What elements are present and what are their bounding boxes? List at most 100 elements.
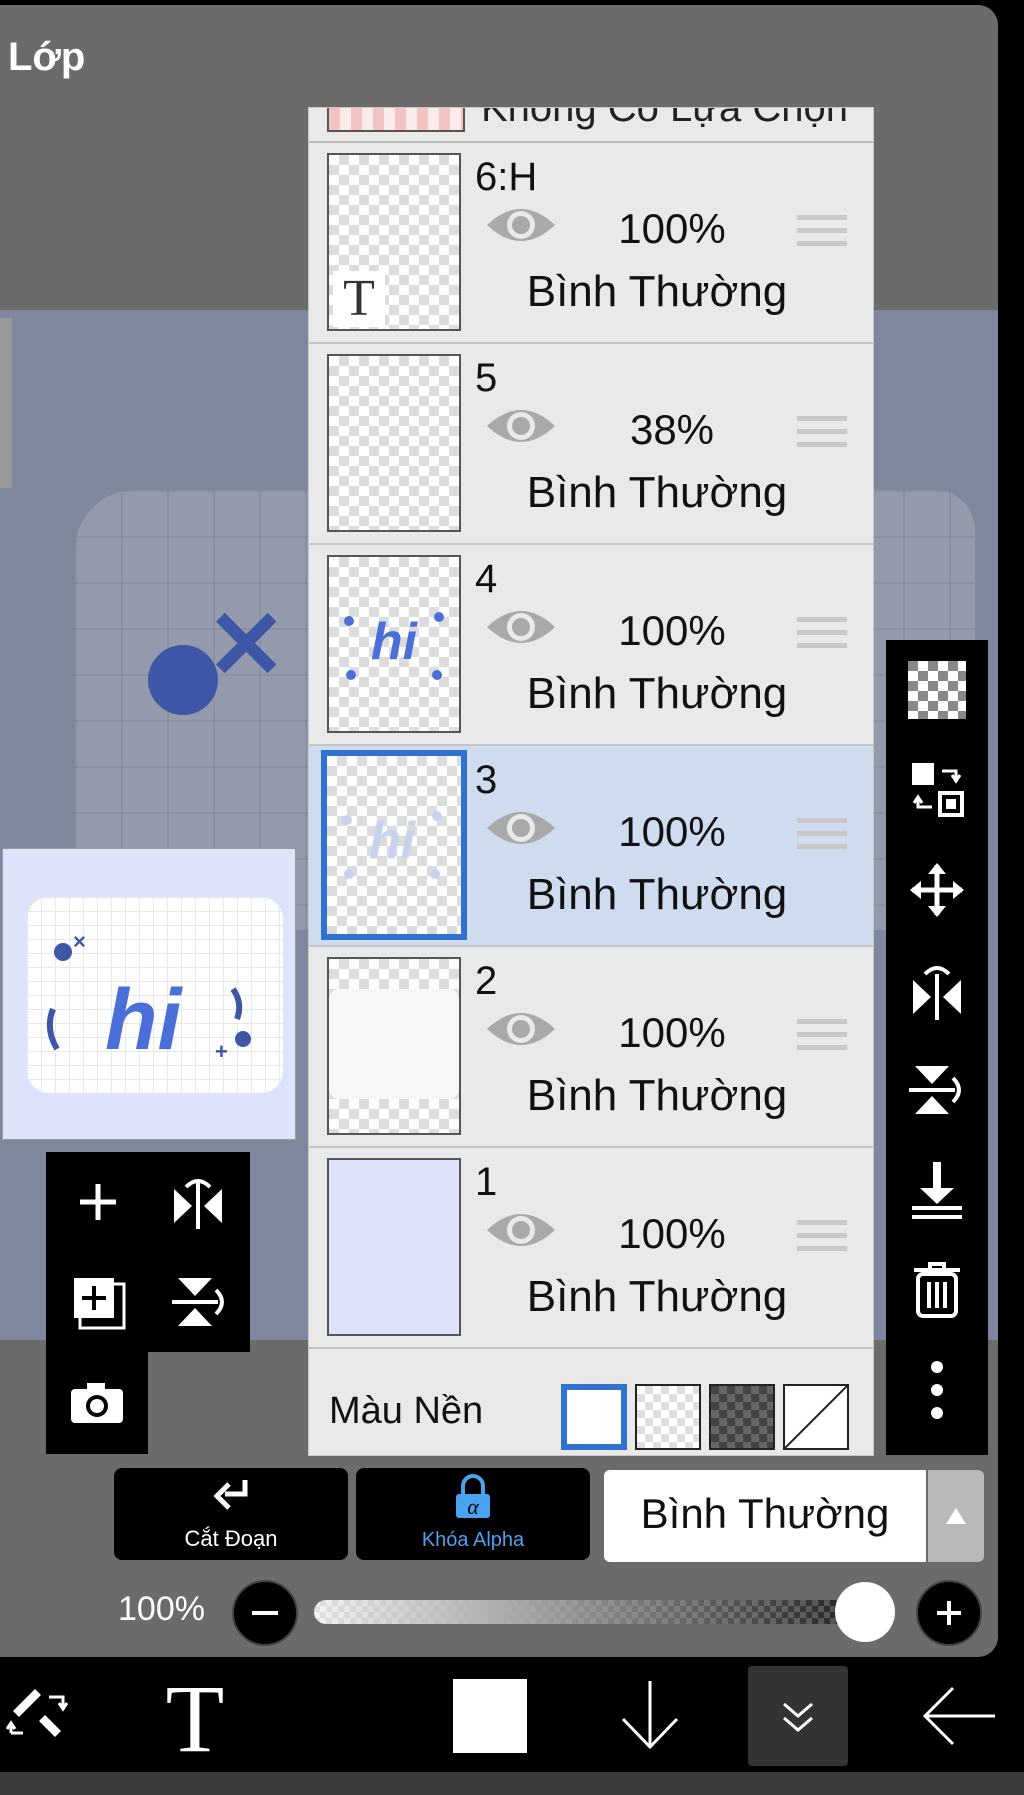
drag-handle-bar [797,1045,847,1050]
layer-thumbnail[interactable]: hi [327,555,461,733]
layer-row[interactable]: 5 38% Bình Thường [309,344,873,545]
drag-handle[interactable] [797,215,847,259]
layer-thumbnail[interactable]: hi [321,750,467,940]
svg-text:T: T [166,1673,225,1759]
opacity-slider-track[interactable] [314,1600,880,1624]
clipping-button[interactable]: Cắt Đoạn [114,1468,348,1560]
flip-vertical-button[interactable] [152,1256,244,1348]
layer-art-dot [346,670,356,680]
svg-text:+: + [215,1039,228,1064]
eye-icon [487,209,555,241]
layer-row[interactable]: 2 100% Bình Thường [309,947,873,1148]
layer-art-dot [430,869,440,879]
selection-thumbnail [327,108,465,132]
flip-vertical-layer-button[interactable] [886,1040,988,1140]
eye-icon [487,1214,555,1246]
layer-art-dot [344,869,354,879]
blend-mode-dropdown-button[interactable] [928,1470,984,1562]
delete-layer-button[interactable] [886,1240,988,1340]
visibility-toggle[interactable] [485,201,557,249]
visibility-toggle[interactable] [485,603,557,651]
tools-button[interactable] [0,1660,80,1772]
left-toolbar [46,1152,250,1352]
move-icon [910,863,964,917]
flip-horizontal-button[interactable] [152,1156,244,1248]
opacity-decrease-button[interactable] [232,1580,298,1646]
bottom-toolbar: T [0,1660,1024,1772]
swap-layer-button[interactable] [886,740,988,840]
move-button[interactable] [886,840,988,940]
drag-handle-bar [797,429,847,434]
drag-handle-bar [797,844,847,849]
camera-tool-area [46,1352,148,1454]
layer-row[interactable]: hi 3 100% Bình Thường [309,746,873,947]
visibility-toggle[interactable] [485,402,557,450]
arrow-down-icon [621,1681,679,1750]
duplicate-layer-button[interactable] [52,1256,144,1348]
drag-handle[interactable] [797,1220,847,1264]
more-options-button[interactable] [886,1340,988,1440]
background-color-row: Màu Nền [309,1364,873,1455]
drag-handle[interactable] [797,818,847,862]
layer-blend-mode: Bình Thường [526,870,788,919]
drag-handle-bar [797,1019,847,1024]
collapse-icon [783,1702,813,1732]
layer-row[interactable]: hi 4 100% Bình Thường [309,545,873,746]
opacity-slider-thumb[interactable] [835,1582,895,1642]
drag-handle[interactable] [797,416,847,460]
background-light-checker-swatch[interactable] [635,1384,701,1450]
merge-down-button[interactable] [886,1140,988,1240]
ruler [0,318,12,488]
bottom-edge [0,1772,1024,1795]
eye-icon [487,611,555,643]
drag-handle-bar [797,416,847,421]
drag-handle[interactable] [797,617,847,661]
layer-thumbnail[interactable]: T [327,153,461,331]
opacity-increase-button[interactable] [916,1580,982,1646]
layer-row[interactable]: 1 100% Bình Thường [309,1148,873,1349]
layer-blend-mode: Bình Thường [526,669,788,718]
blend-mode-select[interactable]: Bình Thường [604,1470,926,1562]
layer-thumbnail[interactable] [327,957,461,1135]
canvas-preview[interactable]: × hi + [2,848,296,1140]
layer-blend-mode: Bình Thường [526,468,788,517]
visibility-toggle[interactable] [485,804,557,852]
layer-name: 2 [475,959,498,1003]
background-dark-checker-swatch[interactable] [709,1384,775,1450]
drag-handle[interactable] [797,1019,847,1063]
layer-opacity: 38% [629,406,715,453]
layer-row[interactable]: T 6:H 100% Bình Thường [309,143,873,344]
color-swatch-icon [453,1679,527,1753]
add-layer-button[interactable] [52,1156,144,1248]
camera-button[interactable] [51,1357,143,1449]
tools-icon [5,1689,69,1737]
svg-text:α: α [467,1494,479,1519]
layer-art-dot [342,815,352,825]
background-white-swatch[interactable] [561,1384,627,1450]
alpha-lock-button[interactable]: α Khóa Alpha [356,1468,590,1560]
flip-horizontal-layer-button[interactable] [886,940,988,1040]
svg-text:×: × [73,929,86,954]
layer-thumbnail[interactable] [327,1158,461,1336]
layer-art-dot [432,811,442,821]
alpha-lock-label: Khóa Alpha [421,1529,525,1551]
text-tool-button[interactable]: T [140,1660,250,1772]
layer-blend-mode: Bình Thường [526,267,788,316]
eye-icon [487,812,555,844]
back-button[interactable] [904,1660,1014,1772]
visibility-toggle[interactable] [485,1206,557,1254]
lock-icon: α [456,1474,490,1519]
layer-opacity: 100% [618,205,726,252]
layer-thumbnail[interactable] [327,354,461,532]
collapse-button[interactable] [748,1666,848,1766]
visibility-toggle[interactable] [485,1005,557,1053]
plus-icon [937,1601,961,1625]
drag-handle-bar [797,617,847,622]
preview-art: × hi + [46,929,251,1068]
layer-art-text: hi [371,613,419,671]
color-button[interactable] [440,1660,540,1772]
transparent-layer-button[interactable] [886,640,988,740]
background-none-swatch[interactable] [783,1384,849,1450]
layer-list-top-stub: Không Có Lựa Chọn [309,108,873,143]
arrow-down-button[interactable] [600,1660,700,1772]
